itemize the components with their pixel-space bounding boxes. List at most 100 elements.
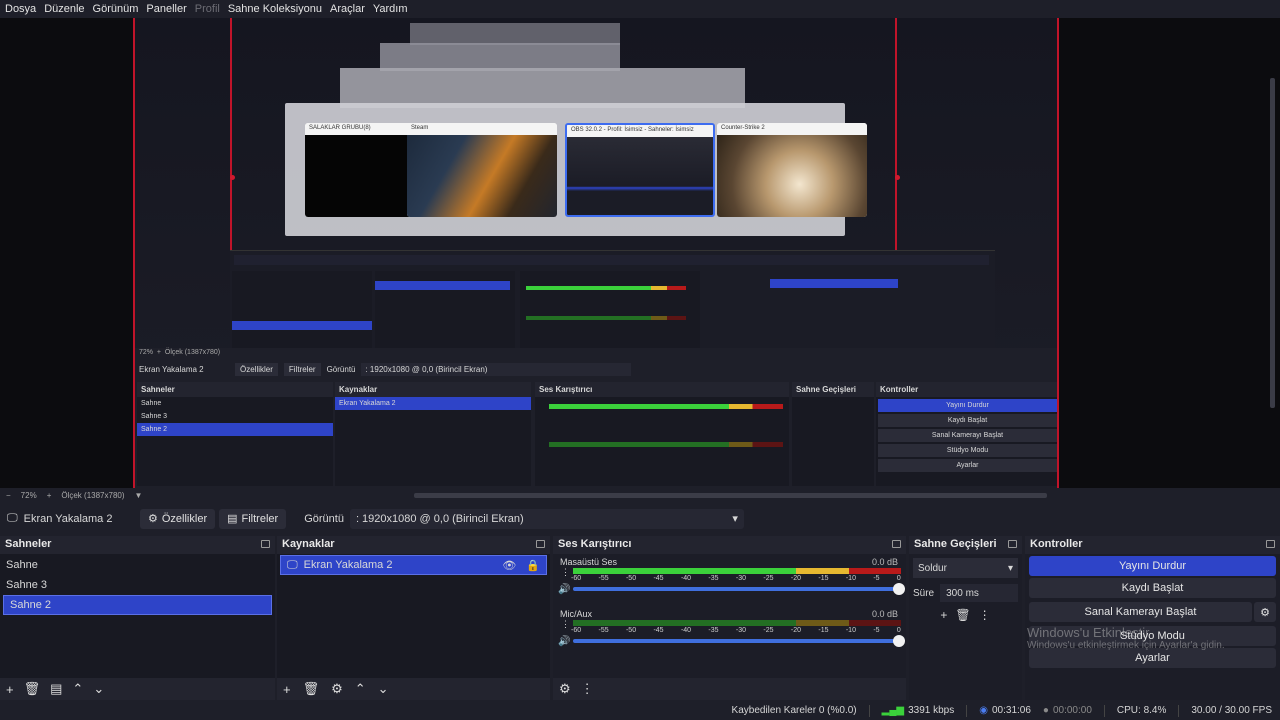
scene-item[interactable]: Sahne [0, 555, 275, 575]
recursive-preview [340, 68, 745, 108]
transitions-body: Soldur ▾ Süre 300 ms + 🗑 ⋮ [909, 554, 1022, 700]
mixer-footer: ⚙ ⋮ [553, 678, 906, 700]
chevron-down-icon: ▾ [732, 513, 738, 525]
menu-dots-icon[interactable]: ⋮ [561, 567, 570, 578]
mixer-dock: Ses Karıştırıcı Masaüstü Ses 0.0 dB ⋮ -6… [553, 536, 906, 700]
duration-input[interactable]: 300 ms [940, 584, 1018, 602]
volume-slider[interactable] [573, 635, 905, 647]
duration-row: Süre 300 ms [913, 584, 1018, 602]
menu-dots-icon[interactable]: ⋮ [979, 608, 991, 622]
mid-controls: Kontroller Yayını Durdur Kaydı Başlat Sa… [876, 382, 1057, 486]
speaker-icon[interactable]: 🔊 [558, 636, 570, 647]
mixer-channels: Masaüstü Ses 0.0 dB ⋮ -60 -55 -50 -45 -40 -35… [553, 554, 906, 678]
properties-button[interactable]: ⚙ Özellikler [140, 508, 216, 529]
volume-slider[interactable] [573, 583, 905, 595]
monitor-icon: 🖵 [287, 558, 298, 571]
gear-icon[interactable]: ⚙ [559, 681, 571, 697]
add-icon[interactable]: + [940, 608, 947, 622]
filters-button[interactable]: ▤ Filtreler [219, 508, 287, 529]
cpu-usage: CPU: 8.4% [1116, 705, 1167, 716]
menu-docks[interactable]: Paneller [146, 3, 186, 15]
menu-scene-collection[interactable]: Sahne Koleksiyonu [228, 3, 322, 15]
menu-tools[interactable]: Araçlar [330, 3, 365, 15]
menu-dots-icon[interactable]: ⋮ [561, 619, 570, 630]
settings-button[interactable]: Ayarlar [1029, 648, 1276, 668]
trash-icon[interactable]: 🗑 [24, 681, 41, 697]
menu-edit[interactable]: Düzenle [44, 3, 84, 15]
speaker-icon[interactable]: 🔊 [558, 584, 570, 595]
stop-stream-button[interactable]: Yayını Durdur [1029, 556, 1276, 576]
arrow-up-icon[interactable]: ⌃ [72, 681, 83, 697]
trash-icon[interactable]: 🗑 [303, 681, 320, 697]
menu-dots-icon[interactable]: ⋮ [581, 681, 594, 697]
menu-help[interactable]: Yardım [373, 3, 408, 15]
display-select[interactable]: : 1920x1080 @ 0,0 (Birincil Ekran) ▾ [349, 508, 744, 529]
arrow-up-icon[interactable]: ⌃ [355, 681, 366, 697]
sources-title: Kaynaklar [277, 536, 550, 552]
preview-area[interactable]: SALAKLAR GRUBU(8) Steam OBS 32.0.2 - Pro… [0, 18, 1280, 488]
float-icon[interactable] [536, 540, 545, 548]
menu-profile[interactable]: Profil [195, 3, 220, 15]
mini-meter [526, 286, 686, 290]
trash-icon[interactable]: 🗑 [955, 608, 970, 622]
mini-toolbar [234, 255, 989, 265]
status-bar: Kaybedilen Kareler 0 (%0.0) ▂▄▆ 3391 kbp… [0, 701, 1280, 720]
eye-icon[interactable]: 👁 [502, 559, 516, 572]
start-recording-button[interactable]: Kaydı Başlat [1029, 578, 1276, 598]
stream-time: 00:31:06 [991, 705, 1031, 716]
mid-source-bar: Ekran Yakalama 2 Özellikler Filtreler Gö… [139, 363, 632, 376]
volume-knob[interactable] [893, 635, 905, 647]
scale-dropdown-icon[interactable]: ▼ [135, 491, 143, 500]
rec-time-block: ● 00:00:00 [1043, 705, 1092, 716]
handle-dot [895, 175, 900, 180]
menu-view[interactable]: Görünüm [93, 3, 139, 15]
volume-knob[interactable] [893, 583, 905, 595]
float-icon[interactable] [261, 540, 270, 548]
mini-stop-stream [770, 279, 898, 288]
window-preview [567, 137, 713, 215]
gear-icon: ⚙ [148, 513, 158, 525]
meter-ticks: -60 -55 -50 -45 -40 -35 -30 -25 -20 -15 -10 -5 0 [571, 627, 901, 634]
channel-db: 0.0 dB [871, 557, 898, 567]
bitrate: 3391 kbps [908, 705, 955, 716]
filter-icon: ▤ [227, 513, 238, 525]
properties-label: Özellikler [161, 512, 208, 525]
zoom-level: 72% [20, 490, 37, 500]
alt-tab-switcher: SALAKLAR GRUBU(8) Steam OBS 32.0.2 - Pro… [285, 103, 867, 236]
transitions-title: Sahne Geçişleri [909, 536, 1022, 552]
display-label: Görüntü [304, 512, 344, 525]
scene-item-active[interactable]: Sahne 2 [3, 595, 272, 615]
mid-scenes: Sahneler Sahne Sahne 3 Sahne 2 [137, 382, 333, 486]
source-item-active[interactable]: 🖵 Ekran Yakalama 2 👁 🔒 [280, 555, 547, 575]
preview-scrollbar-v[interactable] [1270, 78, 1275, 408]
arrow-down-icon[interactable]: ⌄ [378, 681, 389, 697]
transitions-dock: Sahne Geçişleri Soldur ▾ Süre 300 ms + 🗑… [909, 536, 1022, 700]
zoom-in-icon[interactable]: + [47, 491, 52, 500]
float-icon[interactable] [1266, 540, 1275, 548]
float-icon[interactable] [892, 540, 901, 548]
preview-scrollbar-h[interactable] [414, 493, 1047, 498]
transition-select[interactable]: Soldur ▾ [913, 558, 1018, 578]
float-icon[interactable] [1008, 540, 1017, 548]
preview-canvas[interactable]: SALAKLAR GRUBU(8) Steam OBS 32.0.2 - Pro… [133, 18, 1059, 488]
sources-dock: Kaynaklar 🖵 Ekran Yakalama 2 👁 🔒 + 🗑 ⚙ ⌃… [277, 536, 550, 700]
channel-name: Mic/Aux [560, 609, 593, 619]
add-icon[interactable]: + [6, 682, 14, 697]
menu-file[interactable]: Dosya [5, 3, 36, 15]
display-selector: Görüntü : 1920x1080 @ 0,0 (Birincil Ekra… [304, 508, 744, 529]
lock-icon[interactable]: 🔒 [526, 559, 540, 572]
add-icon[interactable]: + [283, 682, 291, 697]
filter-icon[interactable]: ▤ [50, 681, 62, 697]
gear-icon[interactable]: ⚙ [331, 681, 343, 697]
zoom-out-icon[interactable]: − [6, 491, 11, 500]
gear-icon[interactable]: ⚙ [1254, 602, 1276, 622]
window-title: Counter-Strike 2 [717, 123, 867, 135]
mini-active-source [375, 281, 510, 290]
virtual-camera-button[interactable]: Sanal Kamerayı Başlat [1029, 602, 1252, 622]
transition-actions: + 🗑 ⋮ [909, 608, 1022, 622]
scale-label: Ölçek (1387x780) [61, 490, 125, 500]
window-preview [407, 135, 557, 217]
arrow-down-icon[interactable]: ⌄ [93, 681, 104, 697]
scene-item[interactable]: Sahne 3 [0, 575, 275, 595]
nested-obs-mid: 72% + Ölçek (1387x780) Ekran Yakalama 2 … [135, 348, 1057, 488]
